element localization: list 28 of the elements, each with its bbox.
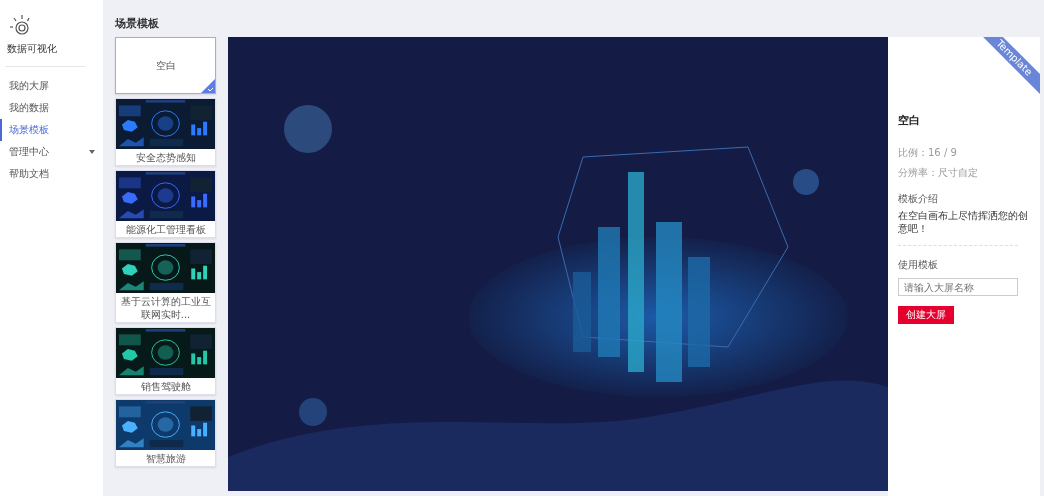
name-input-field[interactable]: 请输入大屏名称 <box>898 278 1018 296</box>
template-label: 空白 <box>155 58 176 73</box>
resolution-text: 分辨率：尺寸自定 <box>898 166 979 180</box>
page-title: 场景模板 <box>114 16 160 32</box>
template-card[interactable]: 销售驾驶舱 <box>115 327 216 395</box>
intro-text: 在空白画布上尽情挥洒您的创意吧！ <box>898 209 1029 235</box>
sidebar-item[interactable]: 帮助文档 <box>0 163 103 185</box>
template-label: 安全态势感知 <box>134 151 197 165</box>
template-card[interactable]: 智慧旅游 <box>115 399 216 467</box>
template-label: 智慧旅游 <box>144 452 187 466</box>
create-button[interactable]: 创建大屏 <box>898 306 954 324</box>
logo-icon <box>9 14 31 36</box>
template-label: 销售驾驶舱 <box>139 380 192 394</box>
template-label: 能源化工管理看板 <box>124 223 207 237</box>
intro-title: 模板介绍 <box>898 192 939 206</box>
template-name: 空白 <box>898 113 921 128</box>
template-card[interactable]: 空白 <box>115 37 216 94</box>
template-card[interactable]: 基于云计算的工业互联网实时... <box>115 242 216 323</box>
check-corner-icon <box>201 79 215 93</box>
sidebar-item[interactable]: 我的数据 <box>0 97 103 119</box>
ratio-text: 比例：16 / 9 <box>898 146 958 160</box>
logo-text: 数据可视化 <box>7 42 57 56</box>
template-card[interactable]: 安全态势感知 <box>115 98 216 166</box>
sidebar-item[interactable]: 管理中心 <box>0 141 103 163</box>
template-card[interactable]: 能源化工管理看板 <box>115 170 216 238</box>
use-template-title: 使用模板 <box>898 258 939 272</box>
sidebar-item[interactable]: 我的大屏 <box>0 75 103 97</box>
template-label: 基于云计算的工业互联网实时... <box>119 295 212 322</box>
